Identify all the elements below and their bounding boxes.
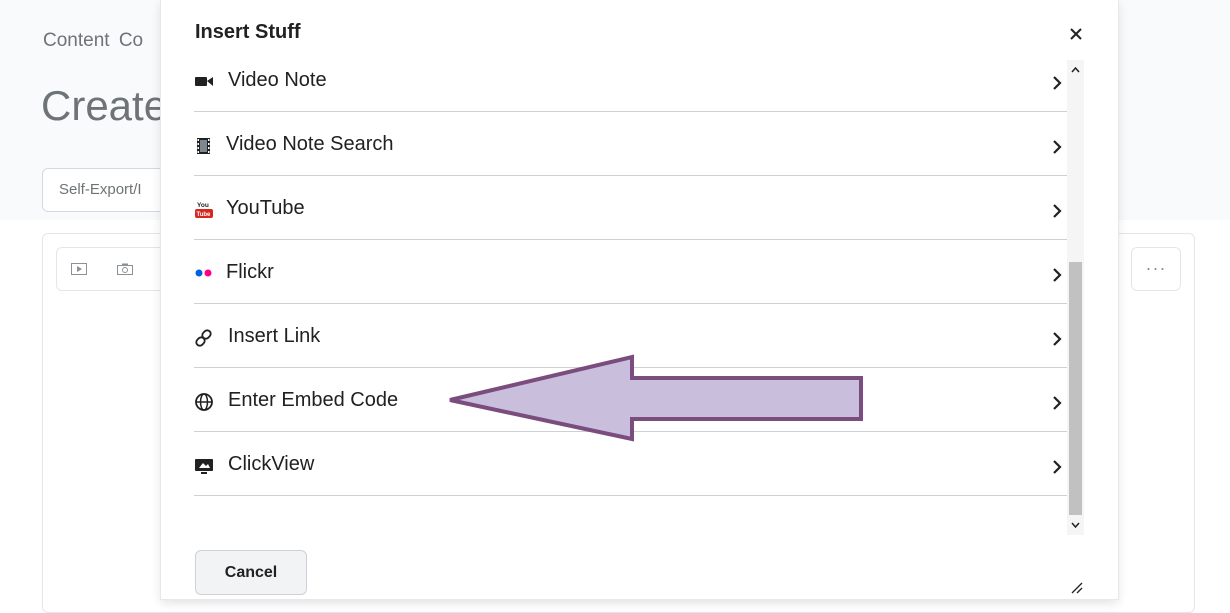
globe-icon xyxy=(195,393,213,411)
more-options-icon[interactable]: ··· xyxy=(1131,247,1181,291)
chevron-right-icon xyxy=(1053,76,1062,90)
chevron-right-icon xyxy=(1053,204,1062,218)
film-strip-icon xyxy=(197,138,210,154)
scroll-up-icon[interactable] xyxy=(1071,66,1080,75)
page-title: Create xyxy=(41,82,168,129)
list-item-label: YouTube xyxy=(226,197,305,219)
chevron-right-icon xyxy=(1053,268,1062,282)
list-item-label: Flickr xyxy=(226,261,274,283)
breadcrumb: Content Co xyxy=(43,30,147,52)
breadcrumb-item[interactable]: Content xyxy=(43,30,110,51)
list-item-label: Video Note xyxy=(228,69,327,91)
breadcrumb-item[interactable]: Co xyxy=(119,30,143,51)
list-item-flickr[interactable]: Flickr xyxy=(194,241,1067,304)
chevron-right-icon xyxy=(1053,332,1062,346)
list-item-label: Video Note Search xyxy=(226,133,394,155)
clickview-icon xyxy=(195,459,213,474)
insert-options-list: Video Note Video Note Search You Tube Yo… xyxy=(194,50,1067,540)
play-icon[interactable] xyxy=(71,263,87,275)
list-item-label: Enter Embed Code xyxy=(228,389,399,411)
resize-grip-icon[interactable] xyxy=(1069,580,1083,594)
svg-text:You: You xyxy=(197,202,209,209)
link-icon xyxy=(195,329,212,347)
annotation-arrow xyxy=(449,354,863,442)
list-item-label: Insert Link xyxy=(228,325,321,347)
insert-stuff-dialog: Insert Stuff Video Note Video Note Searc… xyxy=(161,0,1118,599)
list-item-video-note[interactable]: Video Note xyxy=(194,50,1067,112)
scrollbar-thumb[interactable] xyxy=(1069,262,1082,515)
scroll-down-icon[interactable] xyxy=(1071,520,1080,529)
type-select-value: Self-Export/I xyxy=(59,181,142,198)
flickr-icon xyxy=(195,269,212,277)
list-item-video-note-search[interactable]: Video Note Search xyxy=(194,113,1067,176)
video-camera-icon xyxy=(195,77,213,86)
camera-icon[interactable] xyxy=(117,263,133,275)
list-item-label: ClickView xyxy=(228,453,315,475)
youtube-icon: You Tube xyxy=(195,202,213,218)
dialog-title: Insert Stuff xyxy=(195,21,301,43)
list-scrollbar[interactable] xyxy=(1067,60,1084,535)
editor-toolbar xyxy=(56,247,176,291)
list-item-youtube[interactable]: You Tube YouTube xyxy=(194,177,1067,240)
chevron-right-icon xyxy=(1053,460,1062,474)
svg-text:Tube: Tube xyxy=(197,212,212,218)
cancel-button[interactable]: Cancel xyxy=(195,550,307,595)
close-icon[interactable] xyxy=(1064,22,1088,46)
chevron-right-icon xyxy=(1053,396,1062,410)
chevron-right-icon xyxy=(1053,140,1062,154)
